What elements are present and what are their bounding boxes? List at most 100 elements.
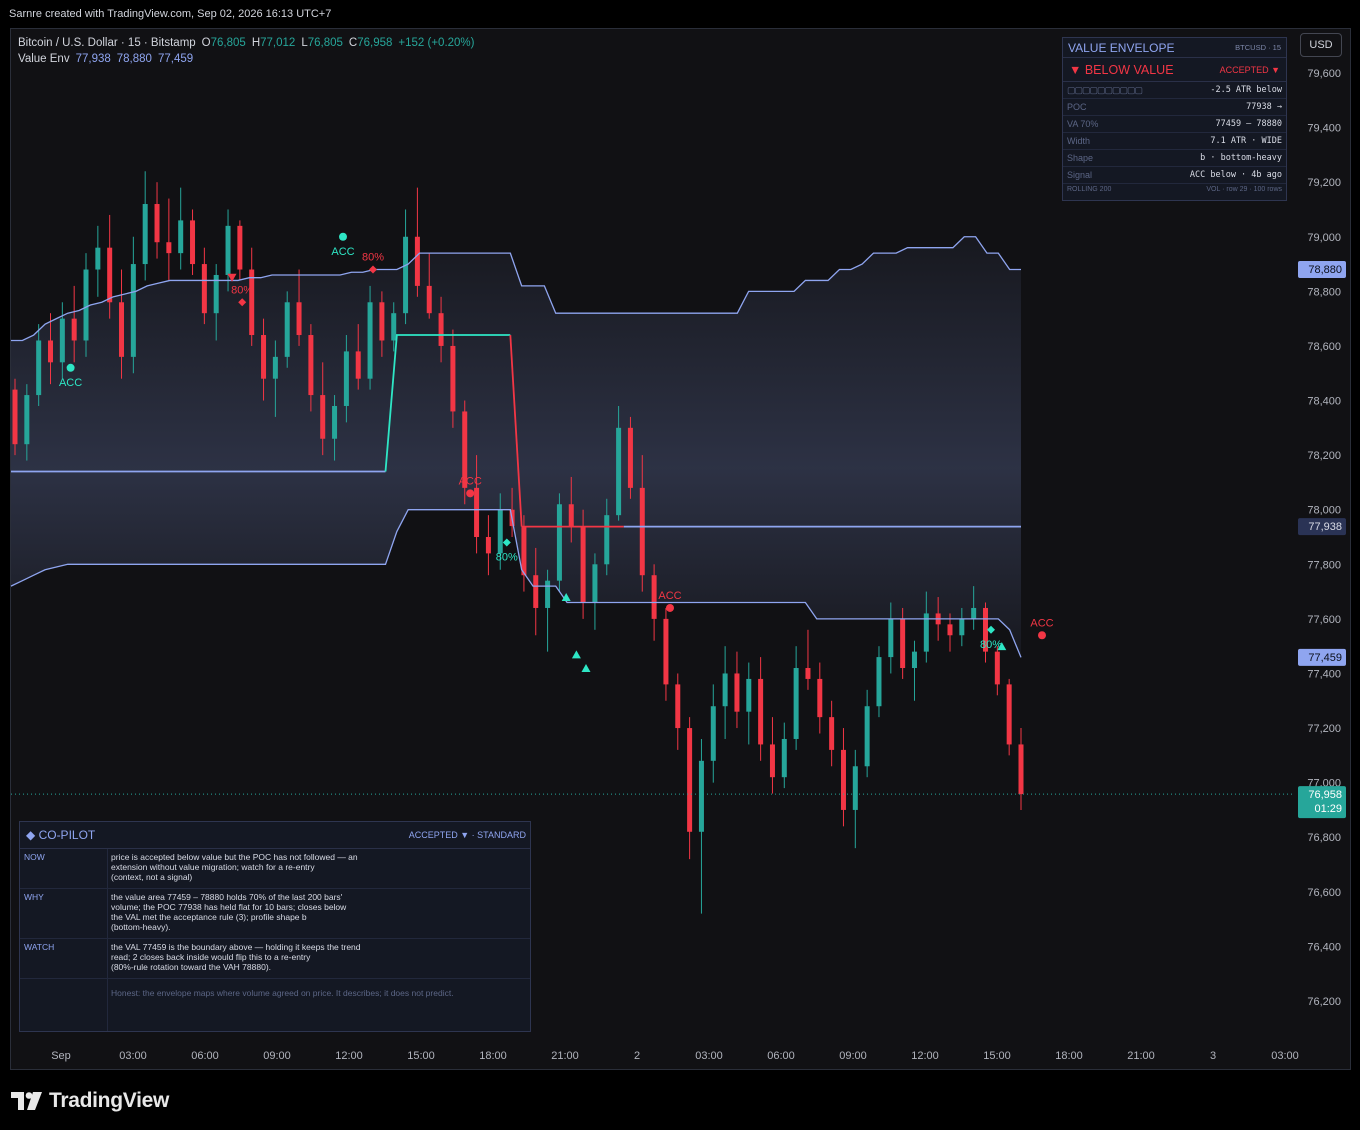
candle-body bbox=[59, 318, 65, 363]
candle-body bbox=[355, 351, 361, 379]
venv-bias: ▼ BELOW VALUE bbox=[1069, 62, 1174, 77]
candle-body bbox=[474, 487, 480, 537]
candle-body bbox=[545, 580, 551, 608]
tradingview-logo[interactable]: TradingView bbox=[11, 1089, 169, 1113]
candle-body bbox=[616, 427, 622, 516]
signal-dot-marker bbox=[66, 363, 75, 372]
copilot-panel: ◆ CO-PILOT ACCEPTED ▼ · STANDARD NOW pric… bbox=[19, 821, 531, 1032]
env-poc-value: 77,938 bbox=[75, 53, 111, 65]
candle-body bbox=[568, 504, 574, 527]
candle-body bbox=[651, 575, 657, 619]
candle-body bbox=[793, 668, 799, 739]
value-envelope-panel: VALUE ENVELOPE BTCUSD · 15 ▼ BELOW VALUE… bbox=[1062, 37, 1287, 201]
currency-button[interactable]: USD bbox=[1300, 33, 1342, 57]
venv-meter-value: -2.5 ATR below bbox=[1210, 85, 1282, 95]
price-tick-label: 77,400 bbox=[1307, 668, 1341, 680]
price-tick-label: 77,200 bbox=[1307, 723, 1341, 735]
copilot-title: ◆ CO-PILOT bbox=[26, 828, 96, 842]
venv-title: VALUE ENVELOPE bbox=[1068, 40, 1175, 55]
low-value: 76,805 bbox=[307, 37, 343, 49]
candle-body bbox=[130, 264, 136, 357]
candle-body bbox=[296, 302, 302, 336]
time-tick-label: 15:00 bbox=[407, 1050, 435, 1062]
candle-body bbox=[533, 575, 539, 608]
tradingview-wordmark: TradingView bbox=[49, 1089, 170, 1112]
candle-body bbox=[48, 340, 54, 363]
candle-body bbox=[403, 236, 409, 314]
tradingview-logo-icon bbox=[11, 1092, 42, 1110]
time-tick-label: 21:00 bbox=[1127, 1050, 1155, 1062]
symbol-title[interactable]: Bitcoin / U.S. Dollar · 15 · Bitstamp bbox=[18, 35, 196, 51]
candle-body bbox=[521, 526, 527, 576]
candle-body bbox=[864, 706, 870, 767]
price-tick-label: 79,000 bbox=[1307, 232, 1341, 244]
signal-dot-marker bbox=[339, 232, 347, 241]
venv-row-key: Shape bbox=[1067, 153, 1094, 163]
bar-countdown-text: 01:29 bbox=[1314, 803, 1342, 815]
price-tick-label: 78,400 bbox=[1307, 396, 1341, 408]
marker-label: ACC bbox=[1030, 617, 1053, 629]
marker-label: ACC bbox=[331, 246, 354, 258]
copilot-text: the value area 77459 – 78880 holds 70% o… bbox=[111, 892, 347, 932]
candle-body bbox=[332, 405, 338, 439]
candle-body bbox=[367, 302, 373, 379]
candle-body bbox=[627, 427, 633, 488]
venv-row-key: Width bbox=[1067, 136, 1091, 146]
venv-row-value: 77938 → bbox=[1246, 102, 1282, 112]
candle-body bbox=[888, 618, 894, 658]
price-tick-label: 78,600 bbox=[1307, 341, 1341, 353]
candle-body bbox=[225, 225, 231, 275]
candle-body bbox=[249, 269, 255, 336]
venv-symbol: BTCUSD · 15 bbox=[1235, 43, 1281, 52]
candle-body bbox=[237, 225, 243, 270]
copilot-key: NOW bbox=[20, 849, 108, 888]
time-tick-label: 21:00 bbox=[551, 1050, 579, 1062]
candle-body bbox=[201, 264, 207, 314]
candle-body bbox=[107, 247, 113, 303]
candle-body bbox=[971, 607, 977, 619]
price-tick-label: 78,200 bbox=[1307, 450, 1341, 462]
value-area-band bbox=[11, 236, 1021, 658]
venv-row-value: 7.1 ATR · WIDE bbox=[1210, 136, 1282, 146]
candle-body bbox=[994, 651, 1000, 685]
venv-row-value: b · bottom-heavy bbox=[1200, 153, 1282, 163]
venv-row-value: 77459 – 78880 bbox=[1215, 119, 1282, 129]
change-value: +152 (+0.20%) bbox=[398, 37, 475, 49]
venv-row-key: Signal bbox=[1067, 170, 1093, 180]
copilot-key bbox=[20, 979, 108, 1031]
time-tick-label: 03:00 bbox=[695, 1050, 723, 1062]
candle-body bbox=[734, 673, 740, 712]
marker-label: 80% bbox=[496, 551, 518, 563]
time-tick-label: 06:00 bbox=[191, 1050, 219, 1062]
candle-body bbox=[450, 345, 456, 412]
indicator-name[interactable]: Value Env bbox=[18, 51, 70, 67]
venv-row-key: POC bbox=[1067, 102, 1087, 112]
candle-body bbox=[178, 220, 184, 254]
candle-body bbox=[556, 504, 562, 581]
candle-body bbox=[379, 302, 385, 341]
rotation-diamond-marker bbox=[987, 625, 995, 634]
high-label: H bbox=[251, 37, 261, 49]
price-tick-label: 79,400 bbox=[1307, 123, 1341, 135]
footer-bar bbox=[0, 1070, 1360, 1130]
candle-body bbox=[391, 313, 397, 341]
candle-body bbox=[959, 618, 965, 636]
candle-body bbox=[758, 678, 764, 745]
venv-state: ACCEPTED ▼ bbox=[1219, 64, 1280, 75]
price-label-text: 77,938 bbox=[1308, 521, 1342, 533]
marker-label: 80% bbox=[362, 252, 384, 264]
price-label-text: 78,880 bbox=[1308, 264, 1342, 276]
time-tick-label: 09:00 bbox=[839, 1050, 867, 1062]
candle-body bbox=[154, 204, 160, 243]
candle-body bbox=[876, 657, 882, 707]
candle-body bbox=[119, 302, 125, 357]
candle-body bbox=[485, 537, 491, 554]
candle-body bbox=[83, 269, 89, 341]
candle-body bbox=[1006, 684, 1012, 745]
time-tick-label: 18:00 bbox=[479, 1050, 507, 1062]
venv-foot-right: VOL · row 29 · 100 rows bbox=[1206, 186, 1282, 193]
price-tick-label: 77,800 bbox=[1307, 559, 1341, 571]
copilot-disclaimer: Honest: the envelope maps where volume a… bbox=[111, 988, 454, 998]
signal-dot-marker bbox=[466, 489, 475, 498]
candle-body bbox=[781, 738, 787, 778]
